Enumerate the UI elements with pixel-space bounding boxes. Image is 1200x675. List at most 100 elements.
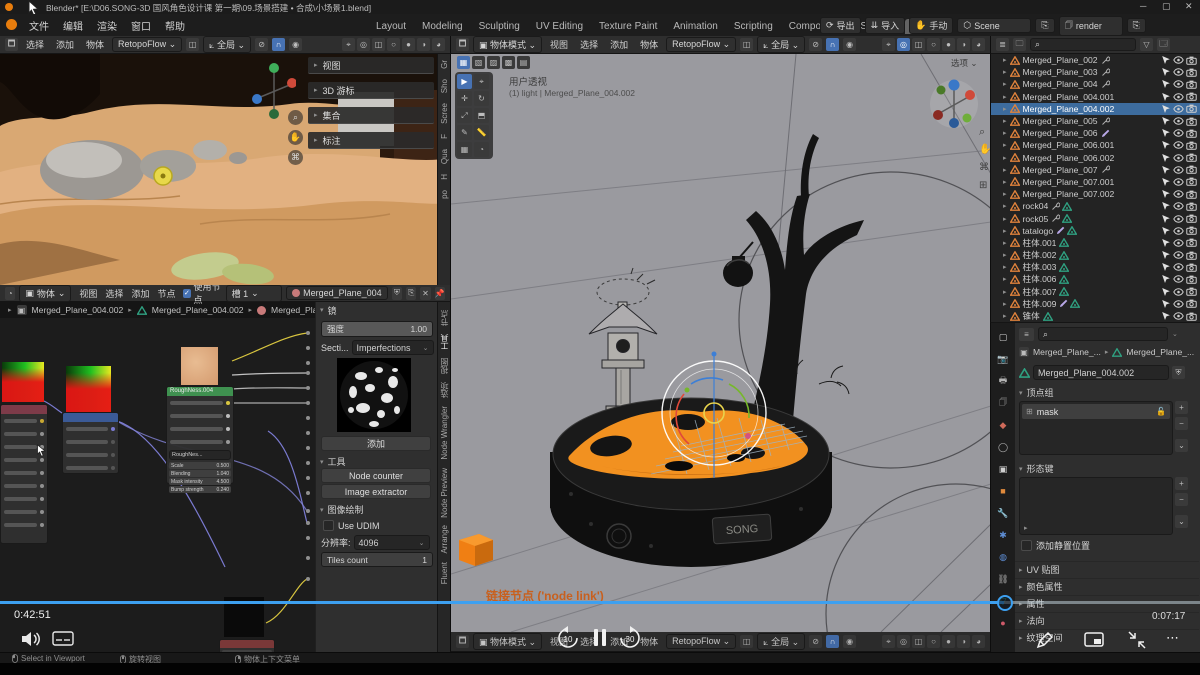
hide-render-icon[interactable] <box>1186 202 1197 211</box>
outliner-new-collection-icon[interactable]: 🗔 <box>1157 38 1170 51</box>
mirror-options-icon[interactable]: ◫ <box>740 635 753 648</box>
properties-tab-tool-icon[interactable]: ▢ <box>995 329 1011 345</box>
hide-viewport-icon[interactable] <box>1173 93 1184 101</box>
node-vtab-0[interactable]: 节点 <box>439 310 450 326</box>
node-mapping[interactable] <box>62 412 119 474</box>
selectable-icon[interactable] <box>1161 250 1171 260</box>
add-button[interactable]: 添加 <box>321 436 431 451</box>
snap-magnet-icon[interactable]: ∩ <box>826 635 839 648</box>
import-button[interactable]: ⇊ 导入 <box>865 17 906 34</box>
hide-viewport-icon[interactable] <box>1173 141 1184 149</box>
outliner-item-label[interactable]: Merged_Plane_003 <box>1023 67 1098 77</box>
selectable-icon[interactable] <box>1161 238 1171 248</box>
xray-toggle-icon[interactable]: ◫ <box>372 38 385 51</box>
properties-tab-scene-icon[interactable]: ◆ <box>995 417 1011 433</box>
vgroup-specials-button[interactable]: ⌄ <box>1175 439 1188 452</box>
properties-search-input[interactable]: ⌕ <box>1038 327 1168 341</box>
properties-tab-constraints-icon[interactable]: ⛓ <box>995 571 1011 587</box>
shader-type-dropdown[interactable]: ▣ 物体 ⌄ <box>19 285 71 302</box>
hide-render-icon[interactable] <box>1186 263 1197 272</box>
expand-arrow-icon[interactable]: ▸ <box>1003 56 1007 64</box>
show-gizmo-icon[interactable]: ⌖ <box>882 635 895 648</box>
expand-arrow-icon[interactable]: ▸ <box>1003 105 1007 113</box>
mirror-options-icon[interactable]: ◫ <box>186 38 199 51</box>
outliner-item-label[interactable]: 柱体.007 <box>1023 286 1057 298</box>
selectable-icon[interactable] <box>1161 201 1171 211</box>
selectable-icon[interactable] <box>1161 189 1171 199</box>
xray-toggle-icon[interactable]: ◫ <box>912 38 925 51</box>
editor-type-icon[interactable]: 🗖 <box>456 38 469 51</box>
hide-viewport-icon[interactable] <box>1173 239 1184 247</box>
left-vtab-5[interactable]: H <box>440 174 449 180</box>
hide-render-icon[interactable] <box>1186 275 1197 284</box>
vertex-group-item[interactable]: ⊞ mask 🔓 <box>1022 404 1170 419</box>
expand-arrow-icon[interactable]: ▸ <box>1003 178 1007 186</box>
workspace-tab-layout[interactable]: Layout <box>368 19 414 34</box>
hide-render-icon[interactable] <box>1186 312 1197 321</box>
hide-viewport-icon[interactable] <box>1173 215 1184 223</box>
expand-arrow-icon[interactable]: ▸ <box>1003 117 1007 125</box>
image-thumbnail-dark[interactable] <box>224 597 264 637</box>
pivot-point-icon[interactable]: ⊘ <box>809 38 822 51</box>
hide-render-icon[interactable] <box>1186 287 1197 296</box>
tool-annotate-icon[interactable]: ✎ <box>457 125 472 140</box>
use-nodes-checkbox[interactable]: ✓ 使用节点 <box>183 285 221 306</box>
outliner-item-label[interactable]: tatalogo <box>1023 226 1054 236</box>
hide-viewport-icon[interactable] <box>1173 178 1184 186</box>
selectable-icon[interactable] <box>1161 104 1171 114</box>
sidebar-section-0[interactable]: ▸视图 <box>308 57 434 74</box>
outliner-item-label[interactable]: Merged_Plane_007.001 <box>1023 177 1115 187</box>
outliner-item-label[interactable]: Merged_Plane_006 <box>1023 128 1098 138</box>
node-menu-3[interactable]: 节点 <box>153 286 179 301</box>
viewport-menu-0[interactable]: 视图 <box>546 37 572 52</box>
outliner-row[interactable]: ▸ Merged_Plane_002 <box>991 54 1200 66</box>
viewport-camera-icon[interactable]: ⌘ <box>979 162 989 173</box>
sidebar-section-2[interactable]: ▸集合 <box>308 107 434 124</box>
shading-rendered-icon[interactable]: ◕ <box>972 38 985 51</box>
mirror-options-icon[interactable]: ◫ <box>740 38 753 51</box>
outliner-row[interactable]: ▸ rock05 <box>991 212 1200 224</box>
hide-render-icon[interactable] <box>1186 190 1197 199</box>
node-canvas[interactable]: RoughNess.004 RoughNes... Scale0.500 Ble… <box>0 318 315 652</box>
hide-viewport-icon[interactable] <box>1173 68 1184 76</box>
node-group-datablock[interactable]: RoughNes... <box>169 450 231 460</box>
minimize-button[interactable]: ─ <box>1140 1 1146 11</box>
outliner-item-label[interactable]: Merged_Plane_004.002 <box>1023 104 1115 114</box>
viewport-menu-1[interactable]: 选择 <box>576 37 602 52</box>
expand-arrow-icon[interactable]: ▸ <box>1003 251 1007 259</box>
show-overlays-icon[interactable]: ◎ <box>357 38 370 51</box>
shader-node-editor[interactable]: ◔ ▣ 物体 ⌄ 视图选择添加节点 ✓ 使用节点 槽 1 ⌄ Merged_Pl… <box>0 285 450 652</box>
viewport-menu-1[interactable]: 添加 <box>52 37 78 52</box>
workspace-tab-scripting[interactable]: Scripting <box>726 19 781 34</box>
left-vtab-6[interactable]: po <box>440 190 449 199</box>
shading-wireframe-icon[interactable]: ○ <box>927 635 940 648</box>
outliner-row[interactable]: ▸ 柱体.002 <box>991 249 1200 261</box>
outliner-item-label[interactable]: 柱体.001 <box>1023 237 1057 249</box>
properties-tab-modifiers-icon[interactable]: 🔧 <box>995 505 1011 521</box>
retopoflow-dropdown[interactable]: RetopoFlow ⌄ <box>666 634 736 649</box>
show-gizmo-icon[interactable]: ⌖ <box>342 38 355 51</box>
outliner-row[interactable]: ▸ Merged_Plane_007.002 <box>991 188 1200 200</box>
cursor-mode-icon[interactable]: ▤ <box>517 56 530 69</box>
close-button[interactable]: ✕ <box>1185 1 1193 12</box>
vgroup-remove-button[interactable]: − <box>1175 417 1188 430</box>
properties-tab-render-icon[interactable]: 📷 <box>995 351 1011 367</box>
property-section-4[interactable]: ▸纹理空间 <box>1015 629 1199 645</box>
viewport-persp-icon[interactable]: ⊞ <box>979 180 987 191</box>
left-viewport-zoom-icon[interactable]: ⌕ <box>288 110 303 125</box>
tool-add-cube-icon[interactable]: ▦ <box>457 142 472 157</box>
shading-material-icon[interactable]: ◑ <box>417 38 430 51</box>
tools-section-header[interactable]: ▾工具 <box>316 454 350 469</box>
xray-toggle-icon[interactable]: ◫ <box>912 635 925 648</box>
outliner-filter-icon[interactable]: ▽ <box>1140 38 1153 51</box>
outliner-row[interactable]: ▸ Merged_Plane_004.001 <box>991 91 1200 103</box>
mesh-name-field[interactable]: Merged_Plane_004.002 <box>1033 365 1169 380</box>
expand-arrow-icon[interactable]: ▸ <box>1003 129 1007 137</box>
material-slot-dropdown[interactable]: 槽 1 ⌄ <box>226 285 283 302</box>
outliner-row[interactable]: ▸ Merged_Plane_006.001 <box>991 139 1200 151</box>
outliner-item-label[interactable]: Merged_Plane_004.001 <box>1023 92 1115 102</box>
app-menu-3[interactable]: 窗口 <box>124 16 158 35</box>
hide-render-icon[interactable] <box>1186 251 1197 260</box>
hide-viewport-icon[interactable] <box>1173 190 1184 198</box>
properties-tab-view-layer-icon[interactable]: 🗇 <box>995 395 1011 411</box>
